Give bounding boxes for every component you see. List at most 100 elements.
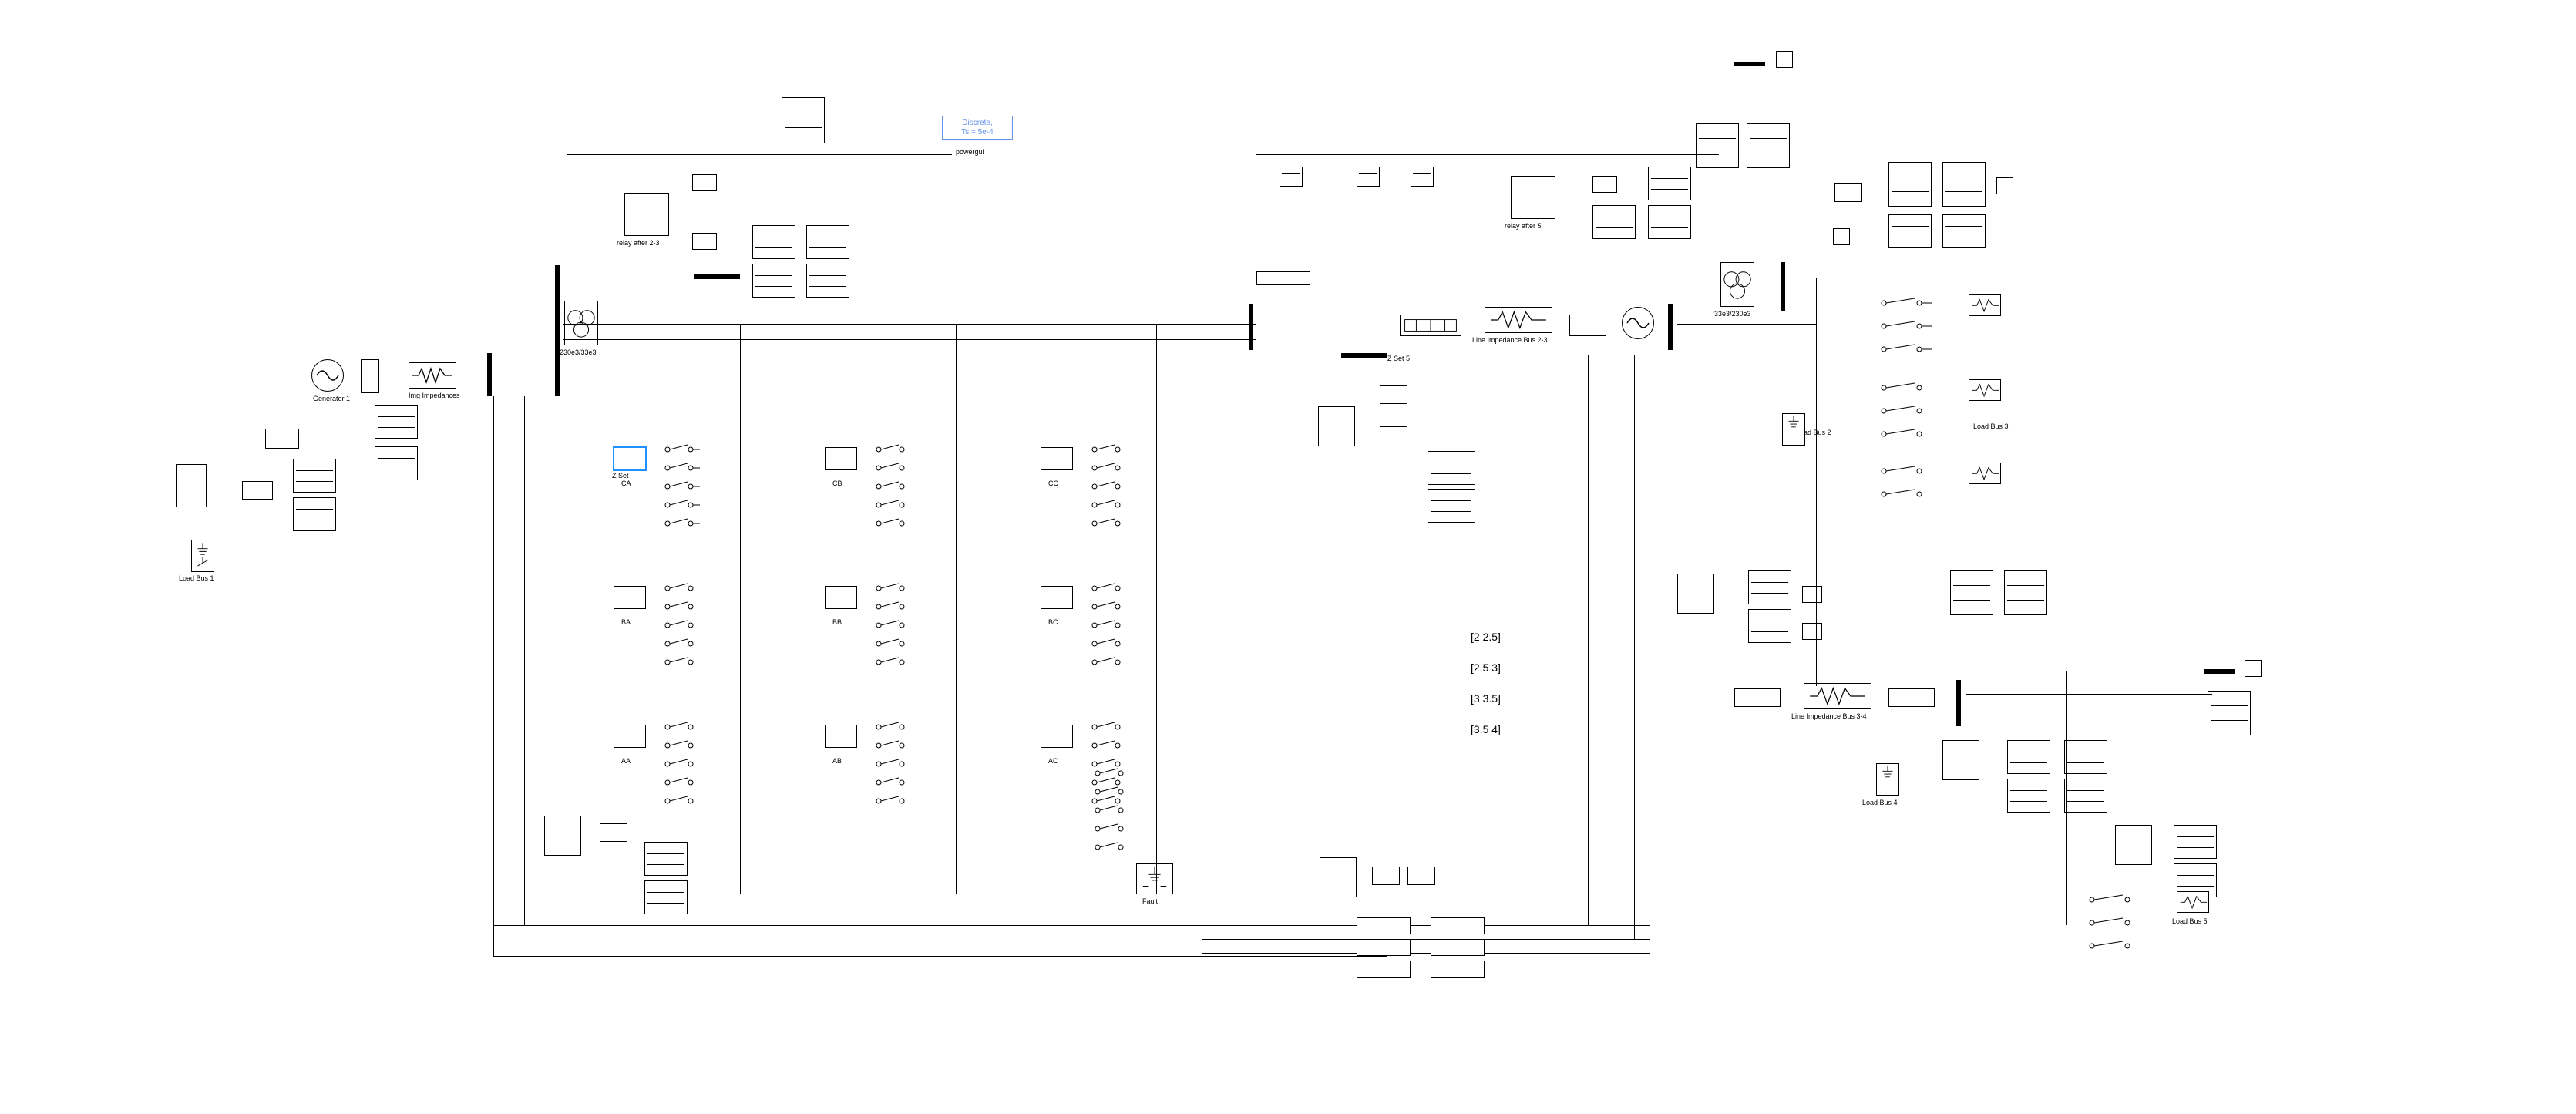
load-r-5[interactable] <box>2177 891 2209 913</box>
cell-BB-sw4[interactable] <box>876 638 911 649</box>
scope-gen-4[interactable] <box>293 497 336 531</box>
ld23-sw3[interactable] <box>1881 344 1932 355</box>
ld23-sw5[interactable] <box>1881 406 1932 416</box>
cell-CA-sw1[interactable] <box>664 444 700 455</box>
ld5-sw2[interactable] <box>2089 917 2140 928</box>
cell-CA-sw4[interactable] <box>664 500 700 510</box>
load-bus-1-block[interactable] <box>191 540 214 572</box>
cell-BC-sw5[interactable] <box>1091 657 1127 668</box>
ld23-sw4[interactable] <box>1881 382 1932 393</box>
cell-CB-sw1[interactable] <box>876 444 911 455</box>
breaker-bmr-1[interactable] <box>1357 917 1411 934</box>
ac-source-icon[interactable] <box>311 359 344 392</box>
scope-r6[interactable] <box>2007 779 2050 813</box>
xtra-sw4[interactable] <box>1095 823 1130 834</box>
cell-BA-sw1[interactable] <box>664 583 700 594</box>
breaker-1[interactable] <box>1400 315 1461 336</box>
sensor-block-gen[interactable] <box>361 359 379 393</box>
scope-r5-2[interactable] <box>1648 205 1691 239</box>
cell-AB-sw1[interactable] <box>876 722 911 732</box>
cell-CA-sw3[interactable] <box>664 481 700 492</box>
scope-relay-4[interactable] <box>806 264 849 298</box>
cell-CC-main[interactable] <box>1041 447 1073 470</box>
xtra-sw2[interactable] <box>1095 786 1130 797</box>
cell-CB-sw4[interactable] <box>876 500 911 510</box>
cell-AA-sw4[interactable] <box>664 777 700 788</box>
relay-after-5-block[interactable] <box>1511 176 1555 219</box>
scope-r8[interactable] <box>2064 779 2107 813</box>
const-gen[interactable] <box>265 429 299 449</box>
breaker-bmr-5[interactable] <box>1431 939 1485 956</box>
ac-source-right[interactable] <box>1622 307 1654 339</box>
cell-AC-main[interactable] <box>1041 725 1073 748</box>
scope-r5-1[interactable] <box>1648 167 1691 200</box>
gain-tr[interactable] <box>1834 183 1862 202</box>
cell-CA-main[interactable] <box>614 447 646 470</box>
scope-gen-2[interactable] <box>375 446 418 480</box>
cell-AB-sw4[interactable] <box>876 777 911 788</box>
const-relay-1[interactable] <box>692 174 717 191</box>
transformer-2[interactable] <box>1720 262 1754 307</box>
scope-mid-3[interactable] <box>1411 167 1434 187</box>
const-mid[interactable] <box>1380 385 1407 404</box>
load-bus-2-block[interactable] <box>1782 413 1805 446</box>
const-r5[interactable] <box>1592 176 1617 193</box>
terminator-5[interactable] <box>1802 623 1822 640</box>
scope-r1[interactable] <box>1748 570 1791 604</box>
line-impedance-3-4-block[interactable] <box>1804 683 1871 709</box>
vi-measure-gen[interactable] <box>176 464 207 507</box>
cell-BA-sw3[interactable] <box>664 620 700 631</box>
scope-gen-3[interactable] <box>293 459 336 493</box>
breaker-3[interactable] <box>1734 688 1781 707</box>
cell-BA-main[interactable] <box>614 586 646 609</box>
load-r-3[interactable] <box>1969 463 2001 484</box>
cell-AB-sw3[interactable] <box>876 759 911 769</box>
scope-tr-5[interactable] <box>1888 214 1932 248</box>
gain-bmr[interactable] <box>1372 867 1400 885</box>
cell-CA-sw5[interactable] <box>664 518 700 529</box>
scope-tr-6[interactable] <box>1942 214 1986 248</box>
cell-BC-sw2[interactable] <box>1091 601 1127 612</box>
cell-AB-main[interactable] <box>825 725 857 748</box>
vi-measure-bmr[interactable] <box>1320 857 1357 897</box>
display-mid[interactable] <box>1256 271 1310 285</box>
breaker-bmr-4[interactable] <box>1431 917 1485 934</box>
cell-BC-sw1[interactable] <box>1091 583 1127 594</box>
scope-r2[interactable] <box>1748 609 1791 643</box>
xtra-sw3[interactable] <box>1095 805 1130 816</box>
simulink-model-canvas[interactable]: Discrete, Ts = 5e-4 powergui Generator 1… <box>0 0 2576 1114</box>
cell-BB-main[interactable] <box>825 586 857 609</box>
fault-block[interactable] <box>1136 863 1173 894</box>
cell-AB-sw5[interactable] <box>876 796 911 806</box>
cell-BB-sw2[interactable] <box>876 601 911 612</box>
ld5-sw1[interactable] <box>2089 894 2140 905</box>
scope-r3[interactable] <box>1950 570 1993 615</box>
cell-BB-sw3[interactable] <box>876 620 911 631</box>
terminator-3[interactable] <box>1996 177 2013 194</box>
cell-BA-sw5[interactable] <box>664 657 700 668</box>
ld23-sw1[interactable] <box>1881 298 1932 308</box>
terminator-1[interactable] <box>1776 51 1793 68</box>
load-r-2[interactable] <box>1969 379 2001 401</box>
scope-r5-3[interactable] <box>1592 205 1636 239</box>
ld5-sw3[interactable] <box>2089 941 2140 951</box>
cell-CB-sw5[interactable] <box>876 518 911 529</box>
cell-BB-sw5[interactable] <box>876 657 911 668</box>
scope-mid-1[interactable] <box>1280 167 1303 187</box>
cell-CB-sw3[interactable] <box>876 481 911 492</box>
gain-gen[interactable] <box>242 481 273 500</box>
cell-AA-sw5[interactable] <box>664 796 700 806</box>
cell-BA-sw2[interactable] <box>664 601 700 612</box>
cell-CC-sw5[interactable] <box>1091 518 1127 529</box>
gain-mid[interactable] <box>1380 409 1407 427</box>
vi-measure-r1[interactable] <box>1677 574 1714 614</box>
scope-r7[interactable] <box>2064 740 2107 774</box>
load-bus-4-block[interactable] <box>1876 763 1899 796</box>
scope-tr-3[interactable] <box>1888 162 1932 207</box>
breaker-4[interactable] <box>1888 688 1935 707</box>
const-bmr[interactable] <box>1407 867 1435 885</box>
terminator-2[interactable] <box>1833 228 1850 245</box>
relay-after-2-3-block[interactable] <box>624 193 669 236</box>
cell-CB-sw2[interactable] <box>876 463 911 473</box>
scope-far-1[interactable] <box>2208 691 2251 735</box>
